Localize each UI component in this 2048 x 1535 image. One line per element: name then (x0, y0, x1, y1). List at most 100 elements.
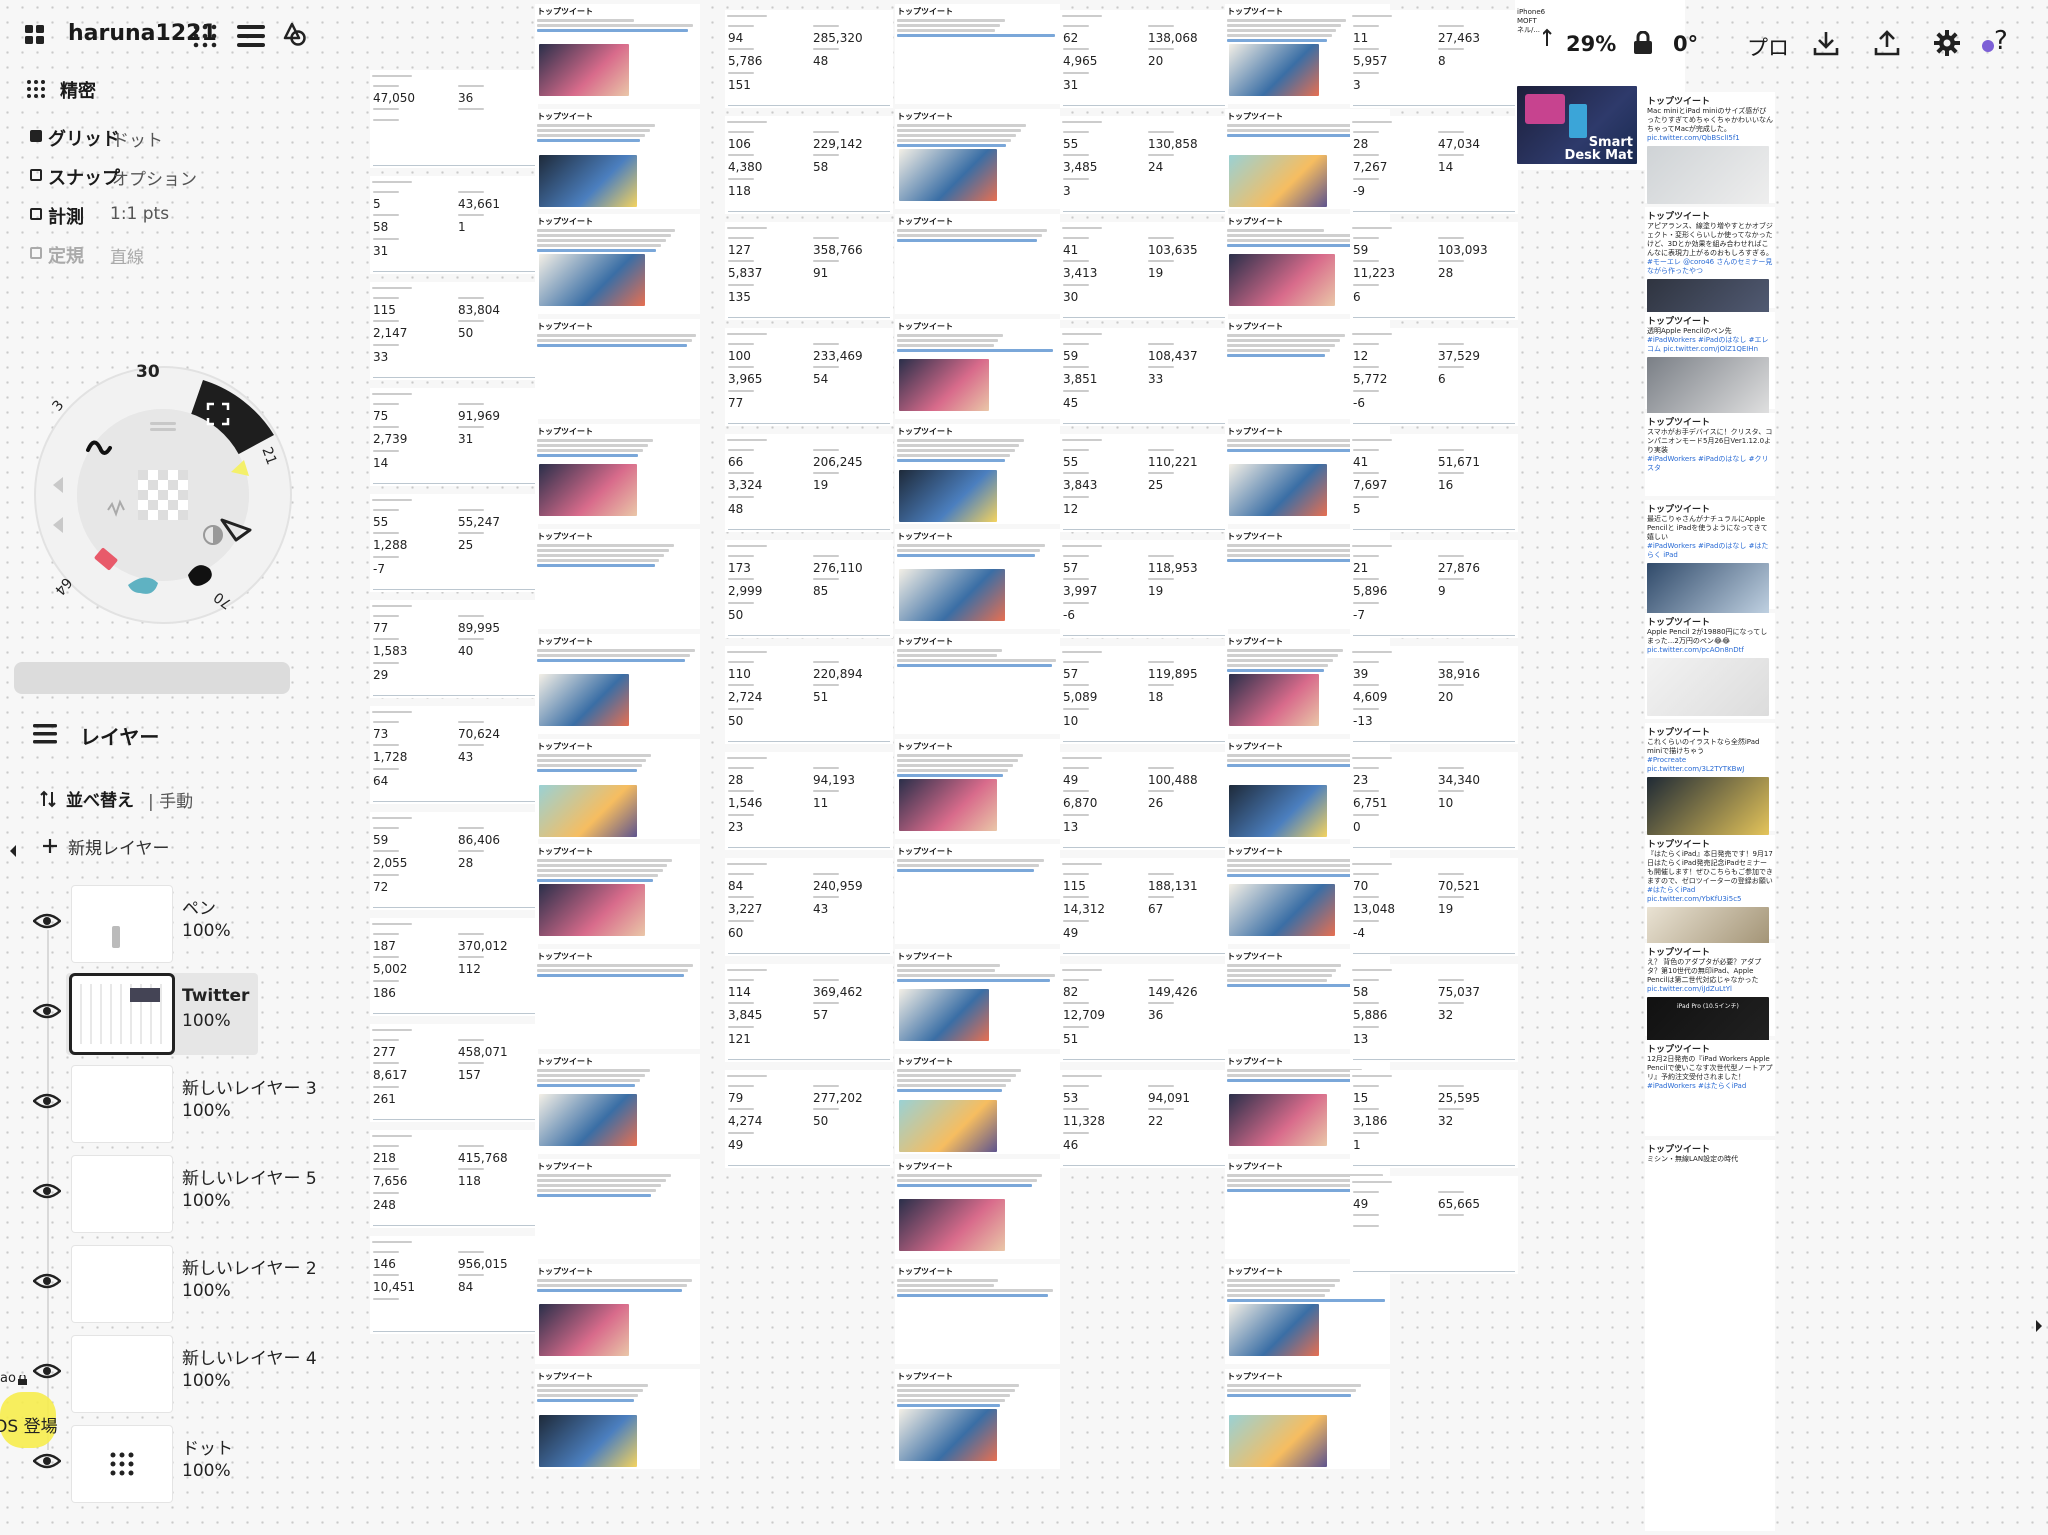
ruler-label[interactable]: 定規 (48, 242, 84, 268)
tweet-link: #iPadWorkers #iPadのはなし #エレコム pic.twitter… (1647, 336, 1769, 353)
analytics-card: 23 34,340 6,751 10 0 (1350, 752, 1518, 850)
tweet-link: #iPadWorkers #iPadのはなし #クリスタ (1647, 455, 1769, 472)
analytics-card-header (725, 540, 893, 552)
grid-checkbox[interactable] (30, 130, 42, 142)
tweet-card-title: トップツイート (897, 322, 953, 331)
color-history-bar[interactable] (14, 662, 290, 694)
stat-value: 103,635 (1148, 243, 1198, 257)
analytics-card-header (370, 1236, 538, 1248)
stat-value: 11,328 (1063, 1114, 1105, 1128)
layer-row[interactable]: 新しいレイヤー 2 100% (0, 1243, 345, 1328)
eye-icon[interactable] (32, 1183, 62, 1199)
layer-name[interactable]: ドット (182, 1434, 233, 1459)
download-icon[interactable] (1813, 30, 1839, 56)
drawing-canvas[interactable]: 47,050 36 5 43,661 58 1 31 115 83,804 2,147 50 33 75… (355, 0, 2048, 1535)
tweet-image (539, 1304, 629, 1356)
grid-value[interactable]: ドット (112, 126, 163, 151)
layer-row[interactable]: Twitter 100% (0, 973, 345, 1058)
layer-opacity[interactable]: 100% (182, 1011, 231, 1031)
grid-dots-icon[interactable] (27, 80, 45, 98)
stat-value: 276,110 (813, 561, 863, 575)
zoom-level[interactable]: 29% (1566, 32, 1616, 56)
layer-opacity[interactable]: 100% (182, 1371, 231, 1391)
stat-value: 49 (1063, 773, 1079, 787)
eye-icon[interactable] (32, 1003, 62, 1019)
analytics-card: 28 94,193 1,546 11 23 (725, 752, 893, 850)
lock-icon-small (18, 1370, 27, 1385)
analytics-card: 84 240,959 3,227 43 60 (725, 858, 893, 956)
share-icon[interactable] (1874, 30, 1900, 56)
analytics-card: 21 27,876 5,896 9 -7 (1350, 540, 1518, 638)
eye-icon[interactable] (32, 1273, 62, 1289)
tweet-card-title: トップツイート (537, 637, 593, 646)
new-layer-button[interactable]: 新規レイヤー (68, 834, 170, 859)
snap-label[interactable]: スナップ (48, 164, 120, 190)
grid-menu-icon[interactable] (193, 24, 217, 48)
layer-thumbnail[interactable] (72, 1336, 172, 1412)
grid-mode-label[interactable]: 精密 (60, 77, 96, 103)
measure-label[interactable]: 計測 (48, 203, 84, 229)
layer-thumbnail[interactable] (72, 976, 172, 1052)
tweet-title: トップツイート (1647, 1145, 1711, 1155)
zoom-icon[interactable] (1542, 28, 1567, 48)
selection-icon[interactable] (206, 402, 230, 426)
shapes-icon[interactable] (283, 22, 307, 48)
snap-checkbox[interactable] (30, 169, 42, 181)
expand-right-icon[interactable] (2034, 1318, 2044, 1332)
layer-name[interactable]: ペン (182, 894, 216, 919)
layer-row[interactable]: 新しいレイヤー 3 100% (0, 1063, 345, 1148)
rotation-value[interactable]: 0° (1673, 32, 1698, 56)
layer-name[interactable]: Twitter (182, 986, 249, 1006)
tool-wheel[interactable]: 30 3 21 70 64 (28, 360, 298, 630)
settings-gear-icon[interactable] (1934, 30, 1960, 56)
layer-row[interactable]: ペン 100% (0, 883, 345, 968)
ruler-value[interactable]: 直線 (110, 243, 144, 268)
eye-icon[interactable] (32, 913, 62, 929)
layer-thumbnail[interactable] (72, 1066, 172, 1142)
layer-name[interactable]: 新しいレイヤー 3 (182, 1074, 317, 1099)
tweet-body: アピアランス、線塗り増やすとかオブジェクト・変形くらいしか使ってなかったけど、3… (1647, 222, 1773, 257)
eye-icon[interactable] (32, 1093, 62, 1109)
layer-thumbnail[interactable] (72, 1156, 172, 1232)
tweet-card: トップツイート (535, 1369, 700, 1469)
layer-opacity[interactable]: 100% (182, 921, 231, 941)
layer-name[interactable]: 新しいレイヤー 5 (182, 1164, 317, 1189)
layer-opacity[interactable]: 100% (182, 1281, 231, 1301)
measure-value[interactable]: 1:1 pts (110, 204, 169, 224)
lock-icon[interactable] (1633, 30, 1653, 55)
layer-row[interactable]: 新しいレイヤー 5 100% (0, 1153, 345, 1238)
tweet-card: トップツイート (895, 1264, 1060, 1364)
add-layer-icon[interactable] (42, 838, 58, 854)
grid-label[interactable]: グリッド (48, 125, 120, 151)
eye-icon[interactable] (32, 1453, 62, 1469)
sort-label[interactable]: 並べ替え (66, 786, 134, 811)
measure-checkbox[interactable] (30, 208, 42, 220)
tweet-card: トップツイート (535, 1159, 700, 1259)
stat-value: 70,521 (1438, 879, 1480, 893)
layers-toggle-icon[interactable] (237, 25, 265, 47)
tweet-image (1229, 674, 1319, 726)
color-swatch[interactable] (1982, 40, 1994, 52)
analytics-card: 55 55,247 1,288 25 -7 (370, 494, 538, 592)
layer-thumbnail[interactable] (72, 1426, 172, 1502)
layers-icon[interactable] (33, 724, 57, 744)
snap-value[interactable]: オプション (112, 165, 197, 190)
layer-opacity[interactable]: 100% (182, 1461, 231, 1481)
stat-value: 21 (1353, 561, 1369, 575)
layer-thumbnail[interactable] (72, 886, 172, 962)
collapse-arrow-icon[interactable] (8, 843, 18, 857)
pro-mode-label[interactable]: プロ (1747, 32, 1789, 62)
sort-value[interactable]: | 手動 (148, 787, 193, 812)
layer-thumbnail[interactable] (72, 1246, 172, 1322)
help-button[interactable]: ? (1994, 26, 2008, 56)
layer-name[interactable]: 新しいレイヤー 2 (182, 1254, 317, 1279)
ruler-checkbox[interactable] (30, 247, 42, 259)
gallery-icon[interactable] (25, 25, 45, 45)
tweet-title: トップツイート (1647, 212, 1711, 222)
sort-icon[interactable] (40, 790, 56, 808)
analytics-card: 127 358,766 5,837 91 135 (725, 222, 893, 320)
layer-name[interactable]: 新しいレイヤー 4 (182, 1344, 317, 1369)
stat-value: 10,451 (373, 1280, 415, 1294)
layer-opacity[interactable]: 100% (182, 1101, 231, 1121)
layer-opacity[interactable]: 100% (182, 1191, 231, 1211)
